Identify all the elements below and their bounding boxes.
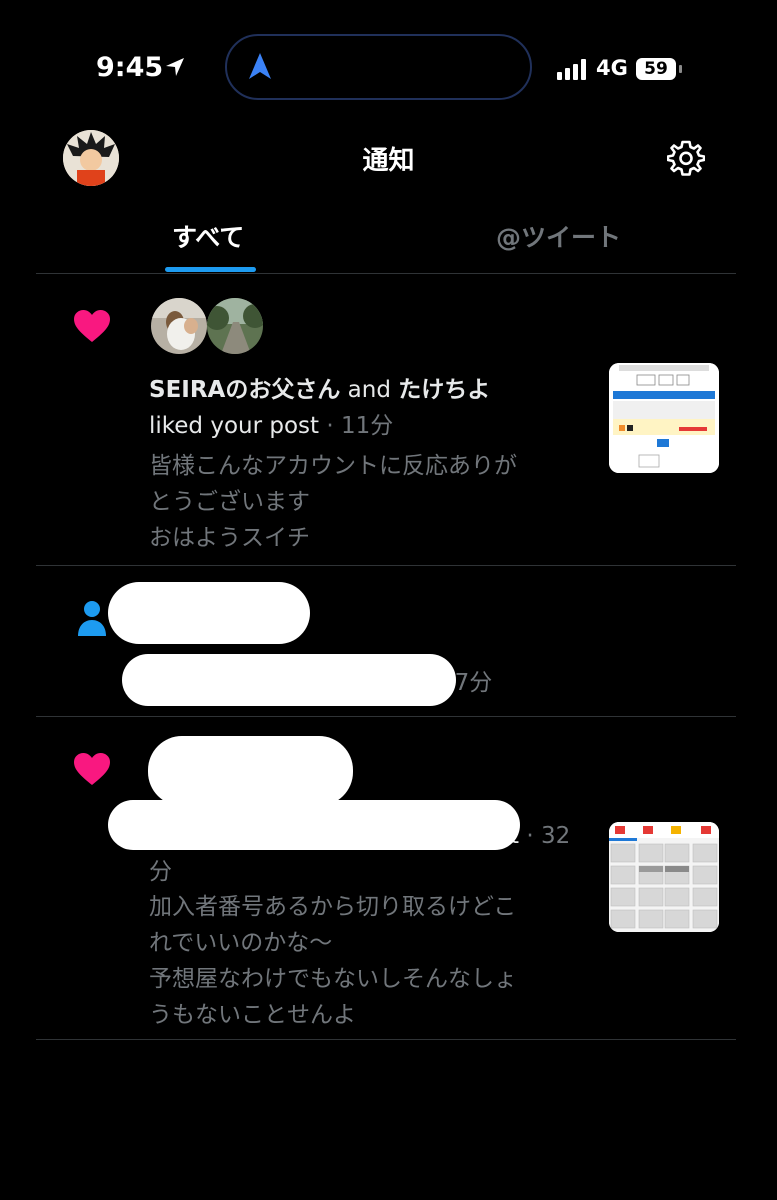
- notification-action: liked your post · 11分: [149, 408, 393, 444]
- post-preview-line: うもないことせんよ: [149, 1002, 356, 1028]
- names-connector: and: [340, 377, 399, 403]
- post-preview-line: れでいいのかな〜: [149, 930, 333, 956]
- signal-icon: [557, 58, 586, 80]
- timestamp: · 11分: [319, 413, 394, 439]
- network-type: 4G: [596, 56, 628, 80]
- post-preview-line: 皆様こんなアカウントに反応ありが: [149, 453, 517, 479]
- redaction-mark: [122, 654, 456, 706]
- location-arrow-icon: [166, 58, 184, 76]
- post-preview-line: 加入者番号あるから切り取るけどこ: [149, 894, 517, 920]
- avatar[interactable]: [151, 298, 207, 354]
- notification-divider: [36, 1039, 736, 1040]
- post-preview-line: おはようスイチ: [149, 525, 310, 551]
- post-preview-line: 予想屋なわけでもないしそんなしょ: [149, 966, 517, 992]
- heart-icon: [74, 310, 110, 342]
- person-icon: [78, 601, 106, 636]
- user-name[interactable]: SEIRAのお父さん: [149, 377, 340, 403]
- post-preview-line: とうございます: [149, 489, 310, 515]
- battery-icon: 59: [636, 58, 676, 80]
- redaction-mark: [108, 582, 310, 644]
- redaction-mark: [108, 800, 520, 850]
- tab-all[interactable]: すべて: [172, 218, 244, 254]
- active-tab-indicator: [165, 267, 256, 272]
- notification-names[interactable]: SEIRAのお父さん and たけちよ: [149, 372, 490, 408]
- timestamp-continued: 分: [149, 859, 172, 885]
- heart-icon: [74, 753, 110, 785]
- notification-divider: [36, 565, 736, 566]
- action-text: liked your post: [149, 413, 320, 439]
- battery-nub: [679, 65, 682, 73]
- tab-mentions[interactable]: @ツイート: [496, 218, 621, 254]
- timestamp: · 32: [519, 823, 571, 849]
- avatar[interactable]: [207, 298, 263, 354]
- tabs-divider: [36, 273, 736, 274]
- redaction-mark: [148, 736, 353, 806]
- user-name[interactable]: たけちよ: [398, 377, 490, 403]
- post-thumbnail[interactable]: [609, 822, 719, 932]
- notification-divider: [36, 716, 736, 717]
- page-title: 通知: [362, 146, 415, 176]
- navigation-arrow-icon: [249, 53, 271, 79]
- status-time: 9:45: [96, 52, 164, 83]
- settings-gear-icon[interactable]: [667, 139, 705, 177]
- post-thumbnail[interactable]: [609, 363, 719, 473]
